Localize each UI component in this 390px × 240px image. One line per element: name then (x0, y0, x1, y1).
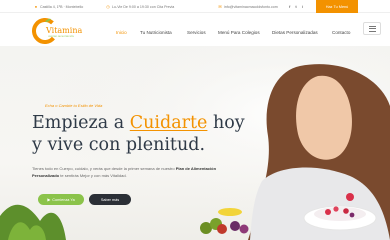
hero-paragraph-intro: Tienes todo en Cuerpo, cuídalo, y verás … (32, 166, 175, 171)
envelope-icon: ✉ (218, 3, 222, 9)
twitter-icon[interactable]: t (295, 4, 296, 9)
hero-title-end: hoy (213, 113, 245, 133)
logo-tagline: CENTRO DE NUTRICIÓN (48, 35, 74, 38)
email-link[interactable]: info@vitaminacmacoldsfonto.com (224, 5, 278, 9)
email-info[interactable]: ✉ info@vitaminacmacoldsfonto.com (218, 0, 278, 13)
hero-title-start: Empieza a (32, 113, 125, 133)
hours-info: ◷ Lu-Vie De 9:00 a 19:30 con Cita Previa (106, 0, 174, 13)
site-header: Vitamina CENTRO DE NUTRICIÓN Inicio Tu N… (0, 14, 390, 46)
hero-eyebrow: Echa o Cambie tu Estilo de Vida (45, 103, 103, 108)
menu-toggle-button[interactable] (363, 22, 381, 35)
hero-title-accent: Cuidarte (129, 113, 208, 133)
learn-more-button[interactable]: Saber más (89, 194, 131, 205)
social-links: f t i (289, 0, 303, 13)
hero-paragraph-end: te sentirás Mejor y con más Vitalidad. (60, 172, 127, 178)
hero-section: Echa o Cambie tu Estilo de Vida Empieza … (0, 46, 390, 240)
clock-icon: ◷ (106, 3, 110, 9)
nav-item-nutricionista[interactable]: Tu Nutricionista (140, 28, 172, 36)
hero-title-line2: y vive con plenitud. (32, 135, 206, 155)
start-now-label: Comienza Ya (52, 197, 75, 202)
hamburger-icon (368, 25, 376, 27)
nav-item-menu-colegios[interactable]: Menú Para Colegios (218, 28, 260, 36)
hours-text: Lu-Vie De 9:00 a 19:30 con Cita Previa (112, 4, 175, 9)
address-info: ● Castilla 4, 1ºB · Montebello (34, 0, 83, 13)
menu-cta-button[interactable]: Haz Tu Menú (316, 0, 358, 13)
logo-wordmark: Vitamina (45, 26, 82, 35)
hero-paragraph: Tienes todo en Cuerpo, cuídalo, y verás … (32, 166, 222, 179)
top-bar: ● Castilla 4, 1ºB · Montebello ◷ Lu-Vie … (0, 0, 390, 13)
nav-item-servicios[interactable]: Servicios (187, 28, 206, 36)
nav-item-contacto[interactable]: Contacto (332, 28, 350, 36)
hero-title: Empieza a Cuidarte hoy y vive con plenit… (32, 112, 245, 156)
location-pin-icon: ● (34, 3, 38, 9)
vitamina-logo[interactable]: Vitamina CENTRO DE NUTRICIÓN (32, 16, 88, 44)
nav-item-dietas[interactable]: Dietas Personalizadas (272, 28, 318, 36)
facebook-icon[interactable]: f (289, 4, 290, 9)
address-text: Castilla 4, 1ºB · Montebello (40, 4, 84, 9)
start-now-button[interactable]: ▶ Comienza Ya (38, 194, 84, 205)
arrow-icon: ▶ (47, 198, 51, 202)
instagram-icon[interactable]: i (302, 4, 303, 9)
nav-item-inicio[interactable]: Inicio (116, 28, 127, 36)
